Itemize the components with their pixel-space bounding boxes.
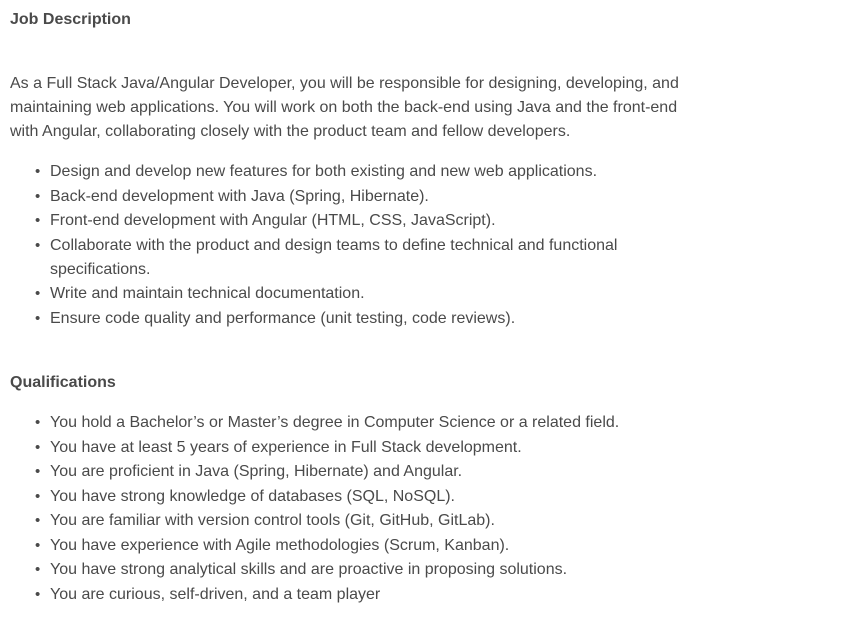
qualification-item: You have at least 5 years of experience … [35, 436, 700, 460]
job-description-intro: As a Full Stack Java/Angular Developer, … [10, 75, 679, 140]
responsibilities-list: Design and develop new features for both… [10, 160, 700, 331]
responsibility-item: Front-end development with Angular (HTML… [35, 209, 700, 233]
qualification-item: You are curious, self-driven, and a team… [35, 583, 700, 607]
responsibility-item: Write and maintain technical documentati… [35, 282, 700, 306]
qualification-item: You have strong knowledge of databases (… [35, 485, 700, 509]
qualification-item: You are familiar with version control to… [35, 509, 700, 533]
qualification-item: You have strong analytical skills and ar… [35, 558, 700, 582]
responsibility-item: Back-end development with Java (Spring, … [35, 185, 700, 209]
responsibility-item: Design and develop new features for both… [35, 160, 700, 184]
job-posting-content: Job Description As a Full Stack Java/Ang… [10, 8, 700, 607]
qualifications-heading: Qualifications [10, 374, 116, 391]
qualification-item: You are proficient in Java (Spring, Hibe… [35, 460, 700, 484]
qualification-item: You have experience with Agile methodolo… [35, 534, 700, 558]
qualifications-list: You hold a Bachelor’s or Master’s degree… [10, 411, 700, 607]
responsibility-item: Ensure code quality and performance (uni… [35, 307, 700, 331]
qualification-item: You hold a Bachelor’s or Master’s degree… [35, 411, 700, 435]
responsibility-item: Collaborate with the product and design … [35, 234, 700, 282]
job-description-heading: Job Description [10, 11, 131, 28]
